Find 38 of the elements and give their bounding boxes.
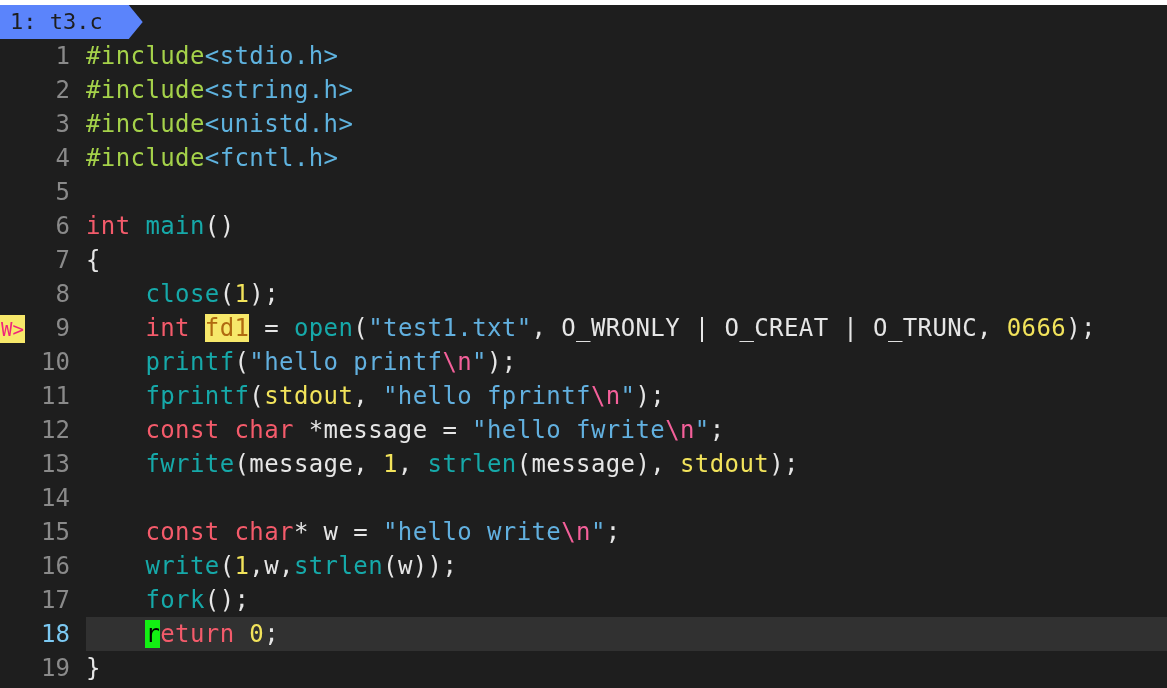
code-line: fwrite(message, 1, strlen(message), stdout); [144, 449, 800, 480]
code-line: { [86, 245, 102, 276]
current-line-highlight: return 0; [86, 617, 1167, 651]
line-number: 17 [40, 585, 70, 616]
code-line: fork(); [144, 585, 251, 616]
line-number: 12 [40, 415, 70, 446]
code-line: close(1); [144, 279, 281, 310]
line-number: 16 [40, 551, 70, 582]
code-line: printf("hello printf\n"); [144, 347, 518, 378]
file-tab[interactable]: 1: t3.c [0, 5, 143, 39]
code-line: int main() [86, 211, 236, 242]
warning-sign: W> [0, 315, 25, 343]
code-line: const char* w = "hello write\n"; [144, 517, 622, 548]
line-number: 13 [40, 449, 70, 480]
line-number: 6 [54, 211, 70, 242]
line-number: 15 [40, 517, 70, 548]
line-number: 19 [40, 653, 70, 684]
line-number: 8 [54, 279, 70, 310]
code-line: #include<string.h> [86, 75, 355, 106]
code-line: write(1,w,strlen(w)); [144, 551, 459, 582]
line-number: 7 [54, 245, 70, 276]
line-number: 3 [54, 109, 70, 140]
code-line: const char *message = "hello fwrite\n"; [144, 415, 726, 446]
code-line: int fd1 = open("test1.txt", O_WRONLY | O_CREAT | O_TRUNC, 0666); [144, 313, 1097, 344]
line-number: 14 [40, 483, 70, 514]
line-number: 2 [54, 75, 70, 106]
line-number: 1 [54, 41, 70, 72]
code-line: #include<fcntl.h> [86, 143, 340, 174]
line-number: 5 [54, 177, 70, 208]
code-line: } [86, 653, 102, 684]
line-number: 11 [40, 381, 70, 412]
line-number: 18 [40, 619, 70, 650]
code-line: #include<unistd.h> [86, 109, 355, 140]
line-number: 4 [54, 143, 70, 174]
code-line: #include<stdio.h> [86, 41, 340, 72]
code-line: fprintf(stdout, "hello fprintf\n"); [144, 381, 667, 412]
line-number: 9 [54, 313, 70, 344]
line-number: 10 [40, 347, 70, 378]
